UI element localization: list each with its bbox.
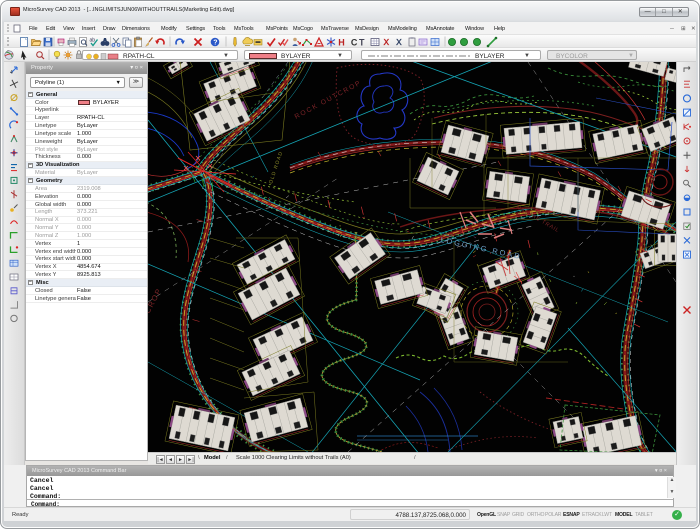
- svg-text:4: 4: [10, 70, 13, 76]
- svg-text:Ⅹ: Ⅹ: [382, 37, 390, 47]
- svg-text:H: H: [338, 37, 345, 47]
- svg-text:?: ?: [213, 40, 217, 47]
- svg-text:C: C: [351, 37, 358, 47]
- svg-text:Ⅹ: Ⅹ: [395, 37, 403, 47]
- svg-text:T: T: [359, 37, 365, 47]
